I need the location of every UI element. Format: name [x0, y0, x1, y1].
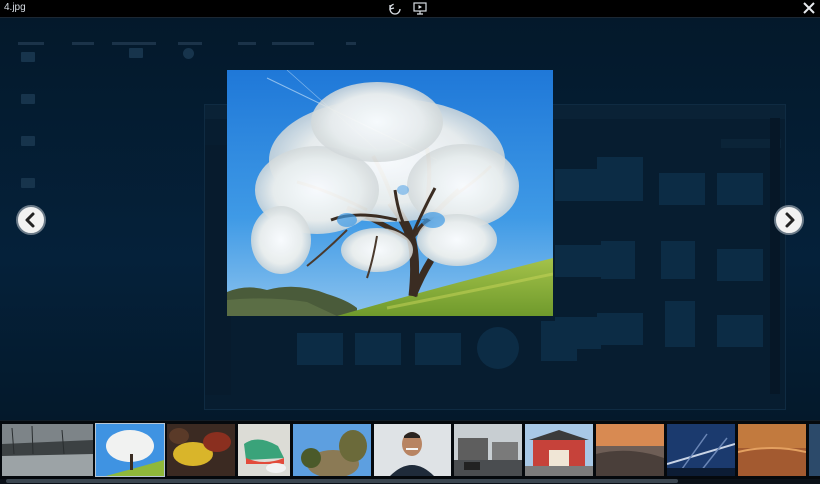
thumbnail-filmstrip	[0, 420, 820, 484]
chevron-left-icon	[25, 212, 35, 228]
thumbnail[interactable]	[2, 424, 93, 476]
background-scrollbar	[770, 118, 780, 394]
previous-image-button[interactable]	[16, 205, 46, 235]
desktop-icon	[8, 136, 48, 156]
filmstrip-scrollbar-thumb[interactable]	[6, 479, 678, 483]
thumbnail[interactable]	[293, 424, 371, 476]
thumbnail[interactable]	[374, 424, 451, 476]
thumbnail[interactable]	[667, 424, 735, 476]
thumbnail[interactable]	[238, 424, 290, 476]
thumbnail[interactable]	[809, 424, 820, 476]
desktop-icon	[168, 48, 208, 69]
close-icon[interactable]	[802, 0, 816, 16]
viewer-title-bar: 4.jpg	[0, 0, 820, 18]
thumbnail[interactable]	[596, 424, 664, 476]
next-image-button[interactable]	[774, 205, 804, 235]
desktop-icon	[8, 178, 48, 198]
desktop-icon	[8, 94, 48, 114]
thumbnail[interactable]	[454, 424, 522, 476]
desktop-icon	[116, 48, 156, 68]
thumbnail[interactable]	[167, 424, 235, 476]
thumbnail[interactable]	[738, 424, 806, 476]
rotate-icon[interactable]	[387, 1, 403, 16]
thumbnail-selected[interactable]	[95, 423, 165, 477]
slideshow-icon[interactable]	[412, 1, 428, 16]
thumbnail[interactable]	[525, 424, 593, 476]
desktop-icon	[8, 52, 48, 72]
chevron-right-icon	[785, 212, 795, 228]
main-image	[227, 70, 553, 316]
image-file-name: 4.jpg	[4, 2, 26, 13]
